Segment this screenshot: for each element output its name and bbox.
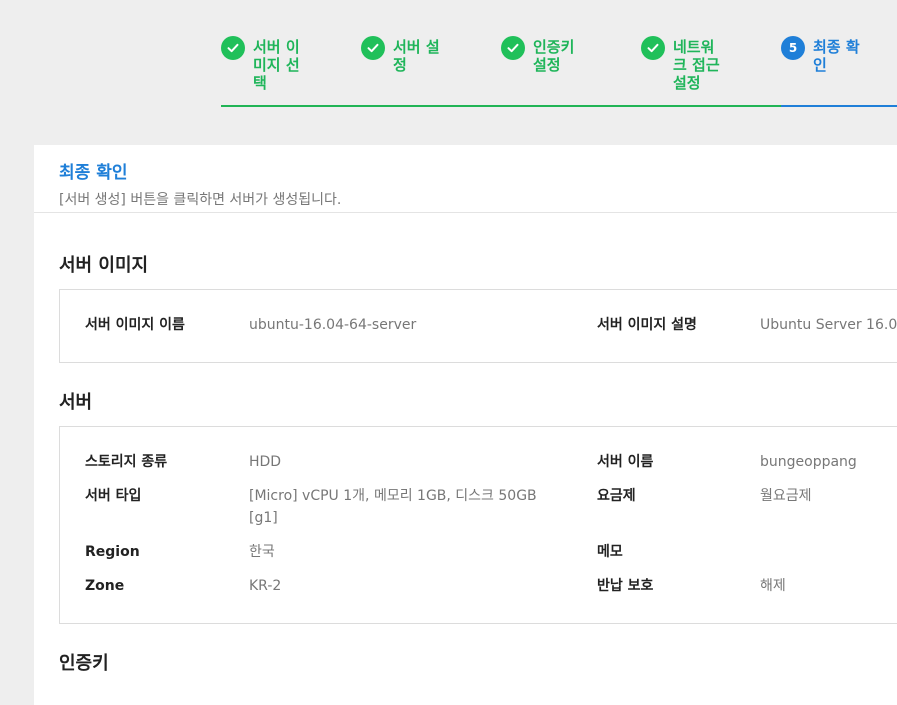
card-title: 최종 확인 — [59, 163, 128, 183]
step-server-settings: 서버 설정 — [361, 36, 445, 74]
section-title-server-image: 서버 이미지 — [59, 255, 149, 276]
memo-label: 메모 — [597, 544, 623, 560]
step-label: 인증키 설정 — [533, 38, 575, 74]
plan-label: 요금제 — [597, 488, 636, 504]
server-type-label: 서버 타입 — [85, 488, 142, 504]
check-icon — [641, 36, 665, 60]
progress-track-completed — [221, 105, 781, 107]
server-image-desc-value: Ubuntu Server 16.04 — [760, 317, 897, 333]
return-protection-label: 반납 보호 — [597, 578, 654, 594]
server-image-desc-label: 서버 이미지 설명 — [597, 317, 697, 333]
section-title-auth-key: 인증키 — [59, 653, 109, 674]
server-image-name-value: ubuntu-16.04-64-server — [249, 317, 417, 333]
server-type-value: [Micro] vCPU 1개, 메모리 1GB, 디스크 50GB [g1] — [249, 488, 537, 526]
region-value: 한국 — [249, 544, 275, 560]
zone-value: KR-2 — [249, 578, 282, 594]
card-description: [서버 생성] 버튼을 클릭하면 서버가 생성됩니다. — [59, 192, 342, 208]
check-icon — [361, 36, 385, 60]
zone-label: Zone — [85, 578, 125, 594]
server-image-box: 서버 이미지 이름 ubuntu-16.04-64-server 서버 이미지 … — [59, 289, 897, 363]
step-number: 5 — [781, 36, 805, 60]
progress-stepper: 서버 이미지 선택 서버 설정 인증키 설정 네트워크 접근 설정 5 최종 확… — [221, 36, 897, 108]
section-title-server: 서버 — [59, 392, 93, 413]
step-auth-key: 인증키 설정 — [501, 36, 585, 74]
step-final-review: 5 최종 확인 — [781, 36, 865, 74]
storage-type-label: 스토리지 종류 — [85, 454, 168, 470]
plan-value: 월요금제 — [760, 488, 812, 504]
final-review-card: 최종 확인 [서버 생성] 버튼을 클릭하면 서버가 생성됩니다. 서버 이미지… — [34, 145, 897, 705]
server-name-label: 서버 이름 — [597, 454, 654, 470]
step-label: 서버 설정 — [393, 38, 440, 74]
check-icon — [501, 36, 525, 60]
step-server-image: 서버 이미지 선택 — [221, 36, 305, 92]
server-image-name-label: 서버 이미지 이름 — [85, 317, 185, 333]
progress-track-current — [781, 105, 897, 107]
step-network-access: 네트워크 접근 설정 — [641, 36, 725, 92]
step-label: 네트워크 접근 설정 — [673, 38, 720, 92]
server-box: 스토리지 종류 HDD 서버 이름 bungeoppang 서버 타입 [Mic… — [59, 426, 897, 624]
return-protection-value: 해제 — [760, 578, 786, 594]
card-header: 최종 확인 [서버 생성] 버튼을 클릭하면 서버가 생성됩니다. — [34, 145, 897, 213]
step-label: 서버 이미지 선택 — [253, 38, 300, 92]
server-name-value: bungeoppang — [760, 454, 857, 470]
storage-type-value: HDD — [249, 454, 282, 470]
check-icon — [221, 36, 245, 60]
step-label: 최종 확인 — [813, 38, 860, 74]
region-label: Region — [85, 544, 140, 560]
